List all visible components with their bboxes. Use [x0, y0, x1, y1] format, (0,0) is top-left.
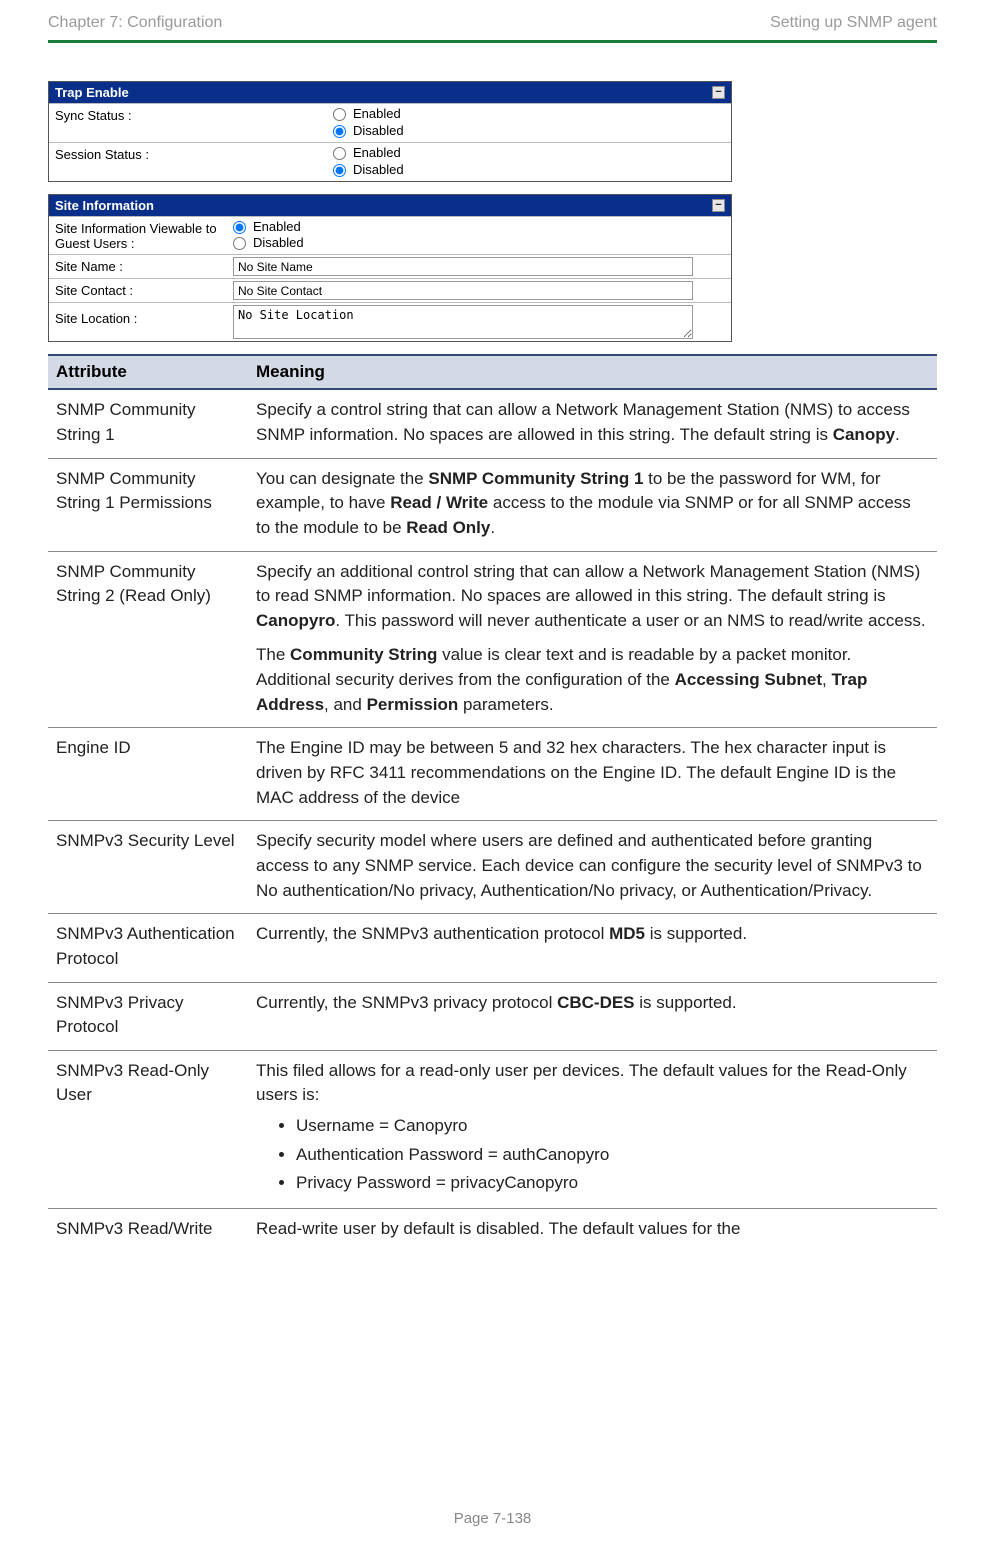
- session-status-label: Session Status :: [49, 143, 229, 164]
- disabled-label: Disabled: [253, 235, 304, 252]
- attribute-header: Attribute: [48, 355, 248, 389]
- attribute-cell: SNMP Community String 1 Permissions: [48, 458, 248, 551]
- enabled-label: Enabled: [253, 219, 301, 236]
- site-name-label: Site Name :: [49, 257, 229, 276]
- header-divider: [48, 40, 937, 43]
- page-footer: Page 7-138: [0, 1510, 985, 1527]
- site-name-input[interactable]: [233, 257, 693, 276]
- enabled-label: Enabled: [353, 106, 401, 123]
- site-contact-row: Site Contact :: [49, 278, 731, 302]
- meaning-cell: Specify an additional control string tha…: [248, 551, 937, 728]
- collapse-icon[interactable]: −: [712, 86, 725, 99]
- session-status-enabled-radio[interactable]: [333, 147, 346, 160]
- meaning-cell: You can designate the SNMP Community Str…: [248, 458, 937, 551]
- attribute-cell: SNMPv3 Read/Write: [48, 1209, 248, 1252]
- meaning-cell: Specify a control string that can allow …: [248, 389, 937, 458]
- readonly-intro: This filed allows for a read-only user p…: [256, 1059, 929, 1108]
- site-viewable-enabled-option[interactable]: Enabled: [233, 219, 727, 236]
- list-item: Privacy Password = privacyCanopyro: [296, 1169, 929, 1198]
- site-viewable-disabled-radio[interactable]: [233, 237, 246, 250]
- meaning-header: Meaning: [248, 355, 937, 389]
- attribute-cell: SNMPv3 Privacy Protocol: [48, 982, 248, 1050]
- attribute-cell: SNMPv3 Read-Only User: [48, 1050, 248, 1208]
- sync-status-disabled-option[interactable]: Disabled: [333, 123, 727, 140]
- attribute-cell: Engine ID: [48, 728, 248, 821]
- table-row: SNMPv3 Authentication Protocol Currently…: [48, 914, 937, 982]
- disabled-label: Disabled: [353, 123, 404, 140]
- site-info-title: Site Information: [55, 198, 154, 213]
- sync-status-disabled-radio[interactable]: [333, 125, 346, 138]
- meaning-cell: Specify security model where users are d…: [248, 821, 937, 914]
- sync-status-label: Sync Status :: [49, 104, 229, 125]
- disabled-label: Disabled: [353, 162, 404, 179]
- session-status-disabled-option[interactable]: Disabled: [333, 162, 727, 179]
- site-contact-input[interactable]: [233, 281, 693, 300]
- page-header: Chapter 7: Configuration Setting up SNMP…: [48, 0, 937, 34]
- trap-enable-title-bar: Trap Enable −: [49, 82, 731, 103]
- site-info-viewable-label: Site Information Viewable to Guest Users…: [49, 217, 229, 253]
- table-row: SNMPv3 Privacy Protocol Currently, the S…: [48, 982, 937, 1050]
- site-location-input[interactable]: [233, 305, 693, 339]
- collapse-icon[interactable]: −: [712, 199, 725, 212]
- site-info-title-bar: Site Information −: [49, 195, 731, 216]
- sync-status-enabled-radio[interactable]: [333, 108, 346, 121]
- meaning-cell: The Engine ID may be between 5 and 32 he…: [248, 728, 937, 821]
- attribute-table: Attribute Meaning SNMP Community String …: [48, 354, 937, 1251]
- session-status-enabled-option[interactable]: Enabled: [333, 145, 727, 162]
- table-row: SNMPv3 Security Level Specify security m…: [48, 821, 937, 914]
- site-name-row: Site Name :: [49, 254, 731, 278]
- table-row: SNMP Community String 1 Permissions You …: [48, 458, 937, 551]
- list-item: Username = Canopyro: [296, 1112, 929, 1141]
- header-left: Chapter 7: Configuration: [48, 14, 222, 32]
- attribute-cell: SNMP Community String 1: [48, 389, 248, 458]
- site-location-label: Site Location :: [49, 303, 229, 328]
- meaning-cell: Currently, the SNMPv3 authentication pro…: [248, 914, 937, 982]
- sync-status-row: Sync Status : Enabled Disabled: [49, 103, 731, 142]
- attribute-cell: SNMPv3 Security Level: [48, 821, 248, 914]
- site-info-viewable-row: Site Information Viewable to Guest Users…: [49, 216, 731, 255]
- table-row: SNMP Community String 2 (Read Only) Spec…: [48, 551, 937, 728]
- attribute-cell: SNMP Community String 2 (Read Only): [48, 551, 248, 728]
- meaning-cell: Read-write user by default is disabled. …: [248, 1209, 937, 1252]
- session-status-disabled-radio[interactable]: [333, 164, 346, 177]
- trap-enable-title: Trap Enable: [55, 85, 129, 100]
- readonly-defaults-list: Username = Canopyro Authentication Passw…: [256, 1112, 929, 1198]
- table-row: Engine ID The Engine ID may be between 5…: [48, 728, 937, 821]
- trap-enable-panel: Trap Enable − Sync Status : Enabled Disa…: [48, 81, 732, 182]
- table-row: SNMPv3 Read/Write Read-write user by def…: [48, 1209, 937, 1252]
- site-location-row: Site Location :: [49, 302, 731, 341]
- site-viewable-enabled-radio[interactable]: [233, 221, 246, 234]
- table-row: SNMPv3 Read-Only User This filed allows …: [48, 1050, 937, 1208]
- meaning-cell: Currently, the SNMPv3 privacy protocol C…: [248, 982, 937, 1050]
- site-information-panel: Site Information − Site Information View…: [48, 194, 732, 343]
- meaning-cell: This filed allows for a read-only user p…: [248, 1050, 937, 1208]
- list-item: Authentication Password = authCanopyro: [296, 1141, 929, 1170]
- session-status-row: Session Status : Enabled Disabled: [49, 142, 731, 181]
- table-row: SNMP Community String 1 Specify a contro…: [48, 389, 937, 458]
- sync-status-enabled-option[interactable]: Enabled: [333, 106, 727, 123]
- header-right: Setting up SNMP agent: [770, 14, 937, 32]
- attribute-cell: SNMPv3 Authentication Protocol: [48, 914, 248, 982]
- site-viewable-disabled-option[interactable]: Disabled: [233, 235, 727, 252]
- enabled-label: Enabled: [353, 145, 401, 162]
- table-header-row: Attribute Meaning: [48, 355, 937, 389]
- site-contact-label: Site Contact :: [49, 281, 229, 300]
